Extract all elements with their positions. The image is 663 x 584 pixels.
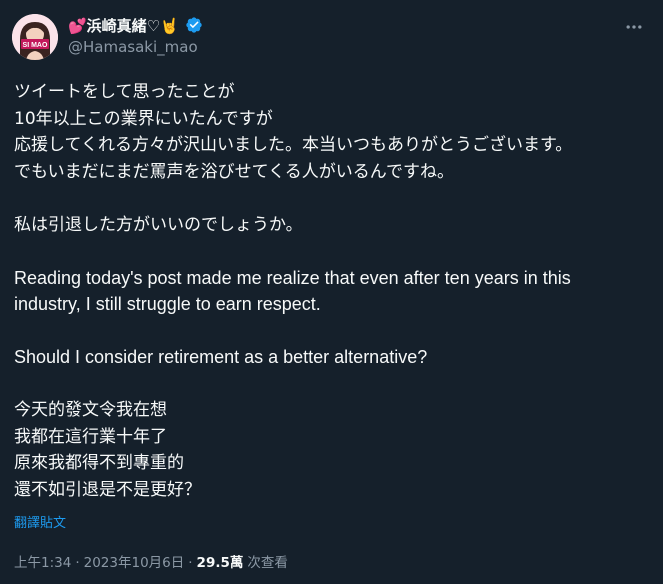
more-options-button[interactable] (619, 14, 649, 40)
views-count: 29.5萬 (196, 555, 244, 571)
tweet-line: 今天的發文令我在想 (14, 400, 167, 420)
meta-separator: · (75, 555, 80, 571)
tweet-line: Reading today's post made me realize tha… (14, 267, 571, 288)
tweet-line: 10年以上この業界にいたんですが (14, 108, 273, 129)
tweet-line: 応援してくれる方々が沢山いました。本当いつもありがとうございます。 (14, 135, 573, 155)
verified-badge-icon (185, 16, 203, 34)
tweet-meta: 上午1:34 · 2023年10月6日 · 29.5萬 次查看 (14, 551, 288, 571)
tweet-text: ツイートをして思ったことが 10年以上この業界にいたんですが 応援してくれる方々… (14, 79, 654, 503)
tweet-line: ツイートをして思ったことが (14, 82, 235, 102)
author-handle[interactable]: @Hamasaki_mao (68, 38, 198, 56)
tweet-card: SI MAO 💕浜崎真緒♡🤘 @Hamasaki_mao ツイートをして思ったこ… (0, 0, 663, 584)
views-label: 次查看 (247, 555, 288, 571)
tweet-line: 私は引退した方がいいのでしょうか。 (14, 214, 303, 235)
author-name-row[interactable]: 💕浜崎真緒♡🤘 (68, 15, 203, 35)
avatar-label: SI MAO (23, 42, 48, 49)
display-name[interactable]: 💕浜崎真緒♡🤘 (68, 15, 179, 36)
tweet-line: 原來我都得不到專重的 (14, 453, 184, 473)
tweet-time[interactable]: 上午1:34 (14, 551, 71, 571)
avatar[interactable]: SI MAO (12, 14, 58, 60)
meta-separator: · (188, 555, 193, 571)
tweet-line: でもいまだにまだ罵声を浴びせてくる人がいるんですね。 (14, 161, 454, 182)
tweet-date[interactable]: 2023年10月6日 (84, 551, 185, 571)
tweet-line: 還不如引退是不是更好？ (14, 479, 201, 500)
tweet-line: 我都在這行業十年了 (14, 426, 167, 447)
translate-post-link[interactable]: 翻譯貼文 (14, 512, 66, 531)
more-horizontal-icon (626, 25, 642, 29)
tweet-line: Should I consider retirement as a better… (14, 347, 428, 367)
tweet-line: industry, I still struggle to earn respe… (14, 294, 321, 314)
